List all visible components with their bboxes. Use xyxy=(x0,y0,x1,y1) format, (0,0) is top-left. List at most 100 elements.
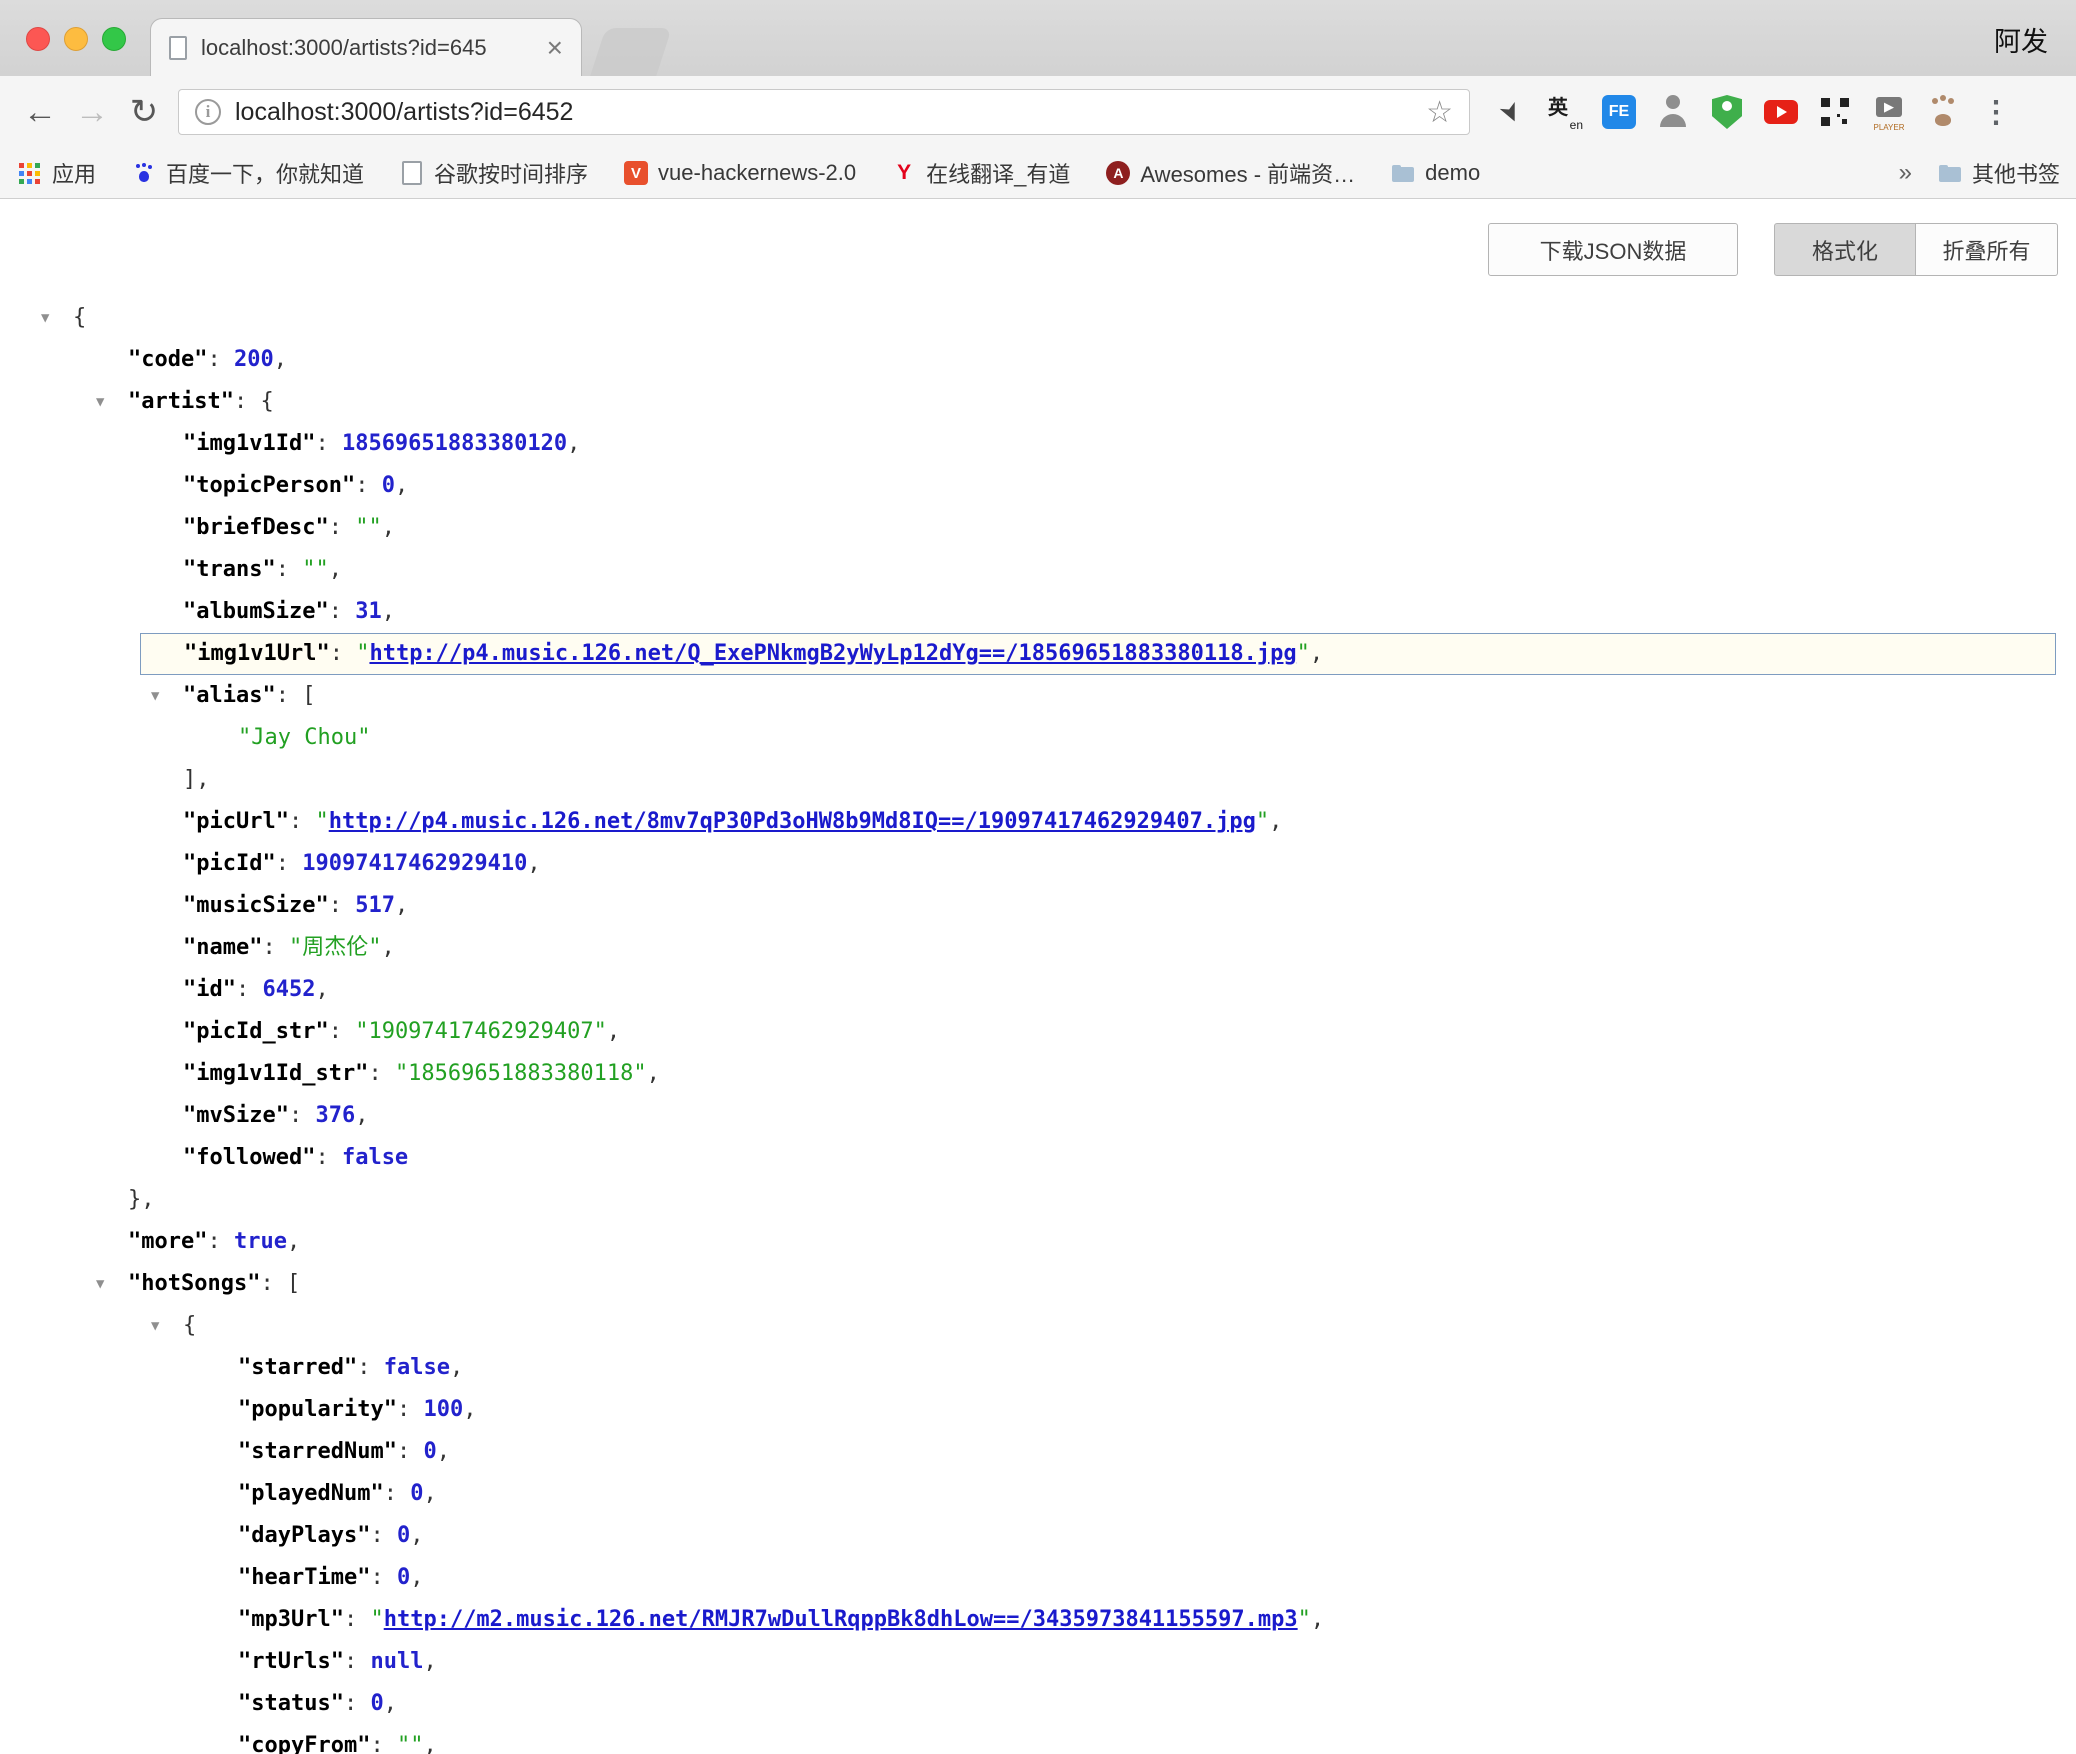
extension-qrcode-icon[interactable] xyxy=(1814,89,1856,135)
browser-menu-icon[interactable]: ⋮ xyxy=(1978,95,2014,130)
json-token: "hearTime" xyxy=(238,1565,370,1590)
json-line: "rtUrls": null, xyxy=(0,1641,2076,1683)
json-token: "topicPerson" xyxy=(183,473,355,498)
json-token: " xyxy=(315,809,328,834)
collapse-all-button[interactable]: 折叠所有 xyxy=(1916,223,2058,276)
json-token: , xyxy=(423,1733,436,1754)
bookmark-item[interactable]: 谷歌按时间排序 xyxy=(400,157,588,189)
json-token: "img1v1Id" xyxy=(183,431,315,456)
download-json-button[interactable]: 下载JSON数据 xyxy=(1488,223,1738,276)
json-token: "19097417462929407" xyxy=(355,1019,607,1044)
youdao-icon xyxy=(892,161,916,185)
bookmark-label: Awesomes - 前端资… xyxy=(1140,157,1355,189)
other-bookmarks-folder[interactable]: 其他书签 xyxy=(1938,157,2060,189)
json-token: "playedNum" xyxy=(238,1481,384,1506)
json-line: "more": true, xyxy=(0,1221,2076,1263)
extension-profile-icon[interactable] xyxy=(1652,89,1694,135)
json-token: , xyxy=(1269,809,1282,834)
json-token: : xyxy=(368,1061,395,1086)
json-token: 0 xyxy=(410,1481,423,1506)
json-line: "starredNum": 0, xyxy=(0,1431,2076,1473)
json-line: "starred": false, xyxy=(0,1347,2076,1389)
json-line: "picId_str": "19097417462929407", xyxy=(0,1011,2076,1053)
json-token: : xyxy=(315,1145,342,1170)
site-info-icon[interactable] xyxy=(195,99,221,125)
json-line: "img1v1Url": "http://p4.music.126.net/Q_… xyxy=(140,633,2056,675)
json-token: : xyxy=(276,851,303,876)
json-token: : xyxy=(329,599,356,624)
back-button[interactable]: ← xyxy=(14,95,66,129)
extension-paw-icon[interactable] xyxy=(1922,89,1964,135)
new-tab-button[interactable] xyxy=(590,28,672,76)
collapse-toggle-icon[interactable]: ▼ xyxy=(151,675,159,717)
bookmarks-overflow-icon[interactable]: » xyxy=(1899,159,1912,187)
json-token: { xyxy=(183,1313,196,1338)
json-line: "mvSize": 376, xyxy=(0,1095,2076,1137)
json-line: "hearTime": 0, xyxy=(0,1557,2076,1599)
collapse-toggle-icon[interactable]: ▼ xyxy=(151,1305,159,1347)
tab-close-icon[interactable]: × xyxy=(547,34,563,62)
json-line: "picUrl": "http://p4.music.126.net/8mv7q… xyxy=(0,801,2076,843)
json-token: : xyxy=(315,431,342,456)
bookmark-item[interactable]: vue-hackernews-2.0 xyxy=(624,160,856,186)
json-token: : xyxy=(357,1355,384,1380)
format-button[interactable]: 格式化 xyxy=(1774,223,1916,276)
json-token: , xyxy=(274,347,287,372)
collapse-toggle-icon[interactable]: ▼ xyxy=(96,381,104,423)
extension-player-icon[interactable] xyxy=(1868,89,1910,135)
bookmark-label: 百度一下，你就知道 xyxy=(166,157,364,189)
url-input[interactable]: localhost:3000/artists?id=6452 xyxy=(235,98,1426,127)
extension-translate-icon[interactable] xyxy=(1544,89,1586,135)
json-token: : xyxy=(397,1397,424,1422)
other-bookmarks-label: 其他书签 xyxy=(1972,157,2060,189)
zoom-window-button[interactable] xyxy=(102,27,126,51)
json-token: , xyxy=(423,1649,436,1674)
json-line: }, xyxy=(0,1179,2076,1221)
collapse-toggle-icon[interactable]: ▼ xyxy=(41,297,49,339)
json-token: "hotSongs" xyxy=(128,1271,260,1296)
forward-button[interactable]: → xyxy=(66,95,118,129)
apps-icon xyxy=(18,161,42,185)
address-bar[interactable]: localhost:3000/artists?id=6452 ☆ xyxy=(178,89,1470,135)
extension-youtube-icon[interactable] xyxy=(1760,89,1802,135)
reload-button[interactable]: ↻ xyxy=(118,95,170,129)
bookmark-star-icon[interactable]: ☆ xyxy=(1426,95,1453,130)
browser-tab[interactable]: localhost:3000/artists?id=645 × xyxy=(150,18,582,76)
bookmark-item[interactable]: 应用 xyxy=(18,157,96,189)
minimize-window-button[interactable] xyxy=(64,27,88,51)
tab-strip: localhost:3000/artists?id=645 × 阿发 xyxy=(0,0,2076,76)
bookmark-item[interactable]: Awesomes - 前端资… xyxy=(1106,157,1355,189)
json-url-link[interactable]: http://p4.music.126.net/8mv7qP30Pd3oHW8b… xyxy=(329,809,1256,834)
bookmark-item[interactable]: 在线翻译_有道 xyxy=(892,157,1070,189)
bookmark-label: vue-hackernews-2.0 xyxy=(658,160,856,186)
json-line: ▼"hotSongs": [ xyxy=(0,1263,2076,1305)
json-token: "Jay Chou" xyxy=(238,725,370,750)
json-token: false xyxy=(342,1145,408,1170)
json-url-link[interactable]: http://m2.music.126.net/RMJR7wDullRqppBk… xyxy=(384,1607,1298,1632)
extension-fehelper-icon[interactable] xyxy=(1598,89,1640,135)
json-token: : xyxy=(344,1691,371,1716)
bookmark-item[interactable]: 百度一下，你就知道 xyxy=(132,157,364,189)
json-url-link[interactable]: http://p4.music.126.net/Q_ExePNkmgB2yWyL… xyxy=(369,641,1296,666)
close-window-button[interactable] xyxy=(26,27,50,51)
profile-name: 阿发 xyxy=(1994,20,2048,59)
extension-arrow-icon[interactable] xyxy=(1490,89,1532,135)
json-token: " xyxy=(1298,1607,1311,1632)
json-token: "picId_str" xyxy=(183,1019,329,1044)
json-token: "" xyxy=(302,557,329,582)
extension-shield-icon[interactable] xyxy=(1706,89,1748,135)
collapse-toggle-icon[interactable]: ▼ xyxy=(96,1263,104,1305)
json-token: " xyxy=(370,1607,383,1632)
bookmark-label: 谷歌按时间排序 xyxy=(434,157,588,189)
json-token: "picId" xyxy=(183,851,276,876)
json-token: : xyxy=(276,557,303,582)
json-token: , xyxy=(382,599,395,624)
bookmark-item[interactable]: demo xyxy=(1391,160,1480,186)
json-token: "" xyxy=(355,515,382,540)
json-token: 517 xyxy=(355,893,395,918)
json-token: : xyxy=(329,1019,356,1044)
json-token: "popularity" xyxy=(238,1397,397,1422)
json-token: "starred" xyxy=(238,1355,357,1380)
extensions-area xyxy=(1490,89,1964,135)
awesomes-icon xyxy=(1106,161,1130,185)
